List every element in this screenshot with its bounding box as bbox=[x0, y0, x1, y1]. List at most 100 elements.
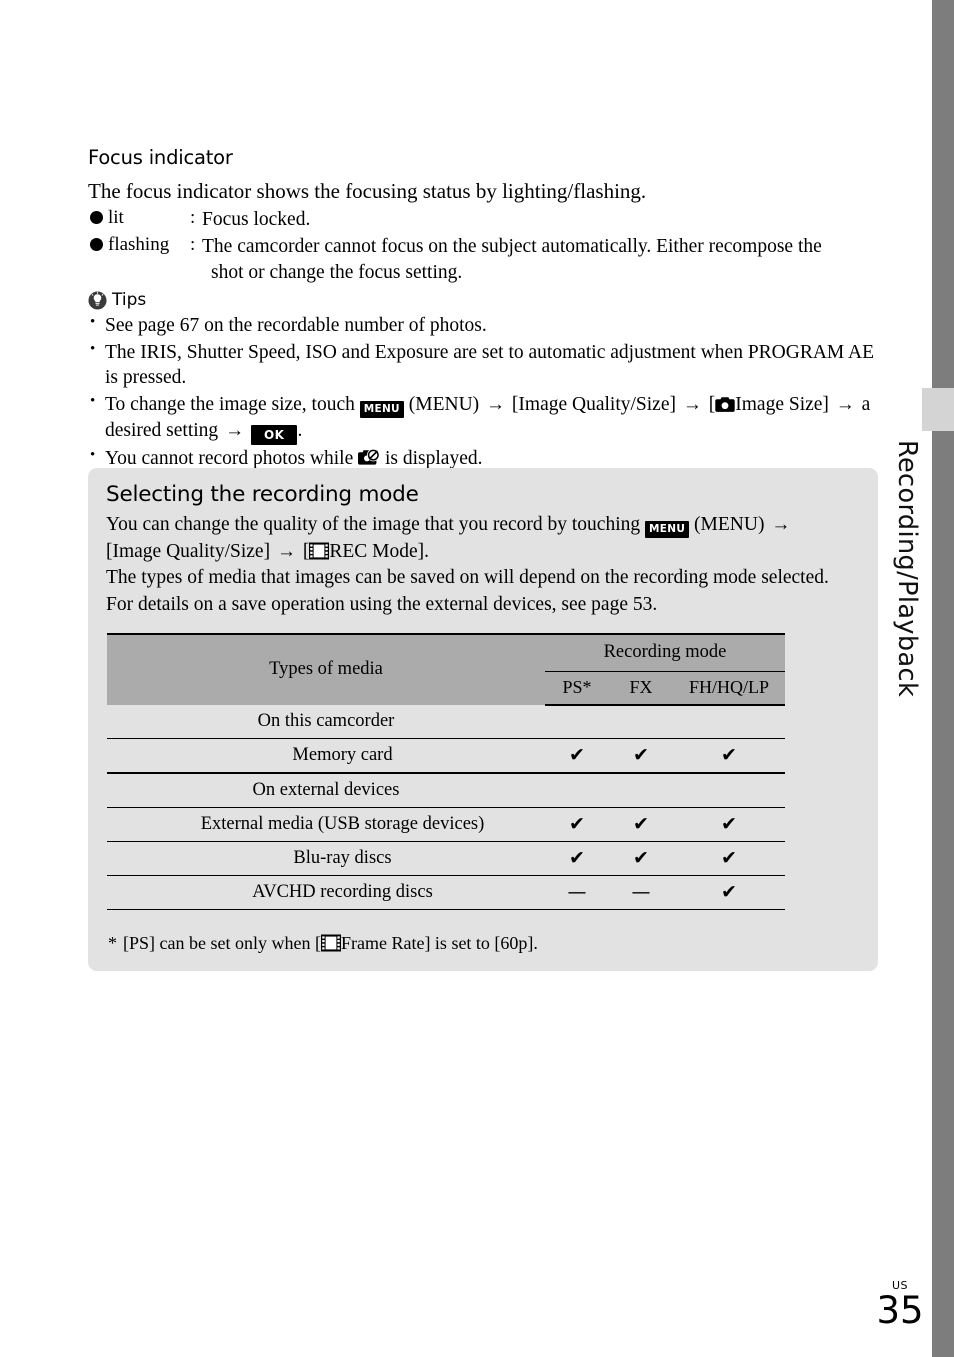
panel-line-2: [Image Quality/Size] → [REC Mode]. bbox=[106, 539, 860, 566]
cell-fx: ✔ bbox=[633, 847, 649, 870]
filled-circle-icon bbox=[90, 238, 103, 252]
tip-text: The IRIS, Shutter Speed, ISO and Exposur… bbox=[105, 341, 875, 389]
panel-body: You can change the quality of the image … bbox=[106, 512, 860, 619]
tips-section: Tips See page 67 on the recordable numbe… bbox=[88, 290, 878, 473]
arrow-right-icon: → bbox=[682, 394, 702, 416]
arrow-right-icon: → bbox=[225, 419, 245, 441]
tip-item-program-ae: The IRIS, Shutter Speed, ISO and Exposur… bbox=[88, 340, 878, 391]
table-row: On external devices bbox=[107, 773, 785, 808]
footnote-text-part1: [PS] can be set only when [ bbox=[123, 932, 321, 953]
row-label-blu-ray-discs: Blu-ray discs bbox=[293, 847, 392, 868]
cell-fh-hq-lp: ✔ bbox=[721, 881, 737, 904]
tip-text: See page 67 on the recordable number of … bbox=[105, 315, 487, 336]
cell-fh-hq-lp: ✔ bbox=[721, 847, 737, 870]
page-number: 35 bbox=[876, 1289, 924, 1332]
section-tab-label-text: Recording/Playback bbox=[892, 440, 922, 698]
focus-def-flashing: The camcorder cannot focus on the subjec… bbox=[202, 234, 880, 285]
tip-text-part2: (MENU) bbox=[408, 394, 480, 416]
panel-text-c: [Image Quality/Size] bbox=[106, 540, 271, 562]
cell-ps: ✔ bbox=[545, 737, 609, 773]
panel-line-4: For details on a save operation using th… bbox=[106, 594, 658, 616]
arrow-right-icon: → bbox=[771, 514, 791, 535]
photo-camera-icon bbox=[715, 397, 735, 413]
tip-text-part2: is displayed. bbox=[385, 447, 483, 469]
column-header-types-of-media: Types of media bbox=[107, 632, 545, 705]
focus-term-lit: lit bbox=[90, 207, 190, 229]
column-header-fx: FX bbox=[609, 671, 673, 706]
column-header-fh-hq-lp: FH/HQ/LP bbox=[673, 671, 785, 706]
menu-button-icon[interactable]: MENU bbox=[359, 401, 404, 418]
tips-heading: Tips bbox=[88, 290, 878, 310]
cell-ps: ✔ bbox=[545, 806, 609, 842]
table-row: External media (USB storage devices) ✔ ✔… bbox=[107, 806, 785, 842]
table-footnote: * [PS] can be set only when [Frame Rate] … bbox=[108, 932, 860, 955]
focus-term-flashing: flashing bbox=[90, 234, 190, 256]
arrow-right-icon: → bbox=[486, 394, 506, 416]
lightbulb-icon bbox=[88, 290, 107, 310]
tip-text-part5: Image Size] bbox=[735, 394, 829, 416]
menu-button-icon[interactable]: MENU bbox=[645, 521, 690, 538]
row-label-on-external-devices: On external devices bbox=[252, 779, 400, 800]
focus-def-lit: Focus locked. bbox=[202, 207, 880, 232]
focus-def-flashing-text-cont: shot or change the focus setting. bbox=[211, 261, 463, 283]
panel-text-a: You can change the quality of the image … bbox=[106, 514, 641, 535]
film-strip-icon bbox=[309, 542, 330, 560]
focus-row-lit: lit : Focus locked. bbox=[90, 207, 880, 232]
cell-fh-hq-lp bbox=[673, 705, 785, 739]
tips-heading-label: Tips bbox=[112, 290, 147, 310]
recording-mode-panel: Selecting the recording mode You can cha… bbox=[88, 468, 878, 972]
tip-text-part1: To change the image size, touch bbox=[105, 394, 355, 416]
filled-circle-icon bbox=[90, 211, 103, 224]
focus-indicator-list: lit : Focus locked. flashing : The camco… bbox=[90, 207, 880, 287]
column-group-header-recording-mode: Recording mode bbox=[545, 632, 785, 672]
cell-ps bbox=[545, 705, 609, 739]
tip-text-part1: You cannot record photos while bbox=[105, 447, 354, 469]
panel-line-1: You can change the quality of the image … bbox=[106, 512, 860, 539]
row-label-avchd-discs: AVCHD recording discs bbox=[252, 881, 433, 902]
column-header-ps: PS* bbox=[545, 671, 609, 706]
panel-line-3: The types of media that images can be sa… bbox=[106, 567, 829, 589]
table-row: On this camcorder bbox=[107, 705, 785, 739]
focus-intro-text: The focus indicator shows the focusing s… bbox=[88, 179, 647, 203]
panel-text-b: (MENU) bbox=[694, 514, 765, 535]
tip-text-part3: [Image Quality/Size] bbox=[511, 394, 676, 416]
cell-ps: — bbox=[567, 881, 587, 904]
tips-list: See page 67 on the recordable number of … bbox=[88, 313, 878, 472]
cell-fx: ✔ bbox=[609, 737, 673, 773]
cell-fx: — bbox=[631, 881, 651, 904]
media-recording-mode-table: Types of media Recording mode PS* FX FH/… bbox=[107, 632, 785, 910]
table-head: Types of media Recording mode PS* FX FH/… bbox=[107, 632, 785, 706]
tip-item-recordable-photos: See page 67 on the recordable number of … bbox=[88, 313, 878, 339]
table-row: Memory card ✔ ✔ ✔ bbox=[107, 737, 785, 773]
page-title: Focus indicator bbox=[88, 146, 233, 169]
table-row: AVCHD recording discs — — ✔ bbox=[107, 875, 785, 910]
no-photo-recording-icon bbox=[358, 448, 380, 465]
ok-button-icon[interactable]: OK bbox=[250, 424, 298, 445]
cell-fh-hq-lp: ✔ bbox=[673, 806, 785, 842]
film-strip-icon bbox=[320, 934, 341, 952]
arrow-right-icon: → bbox=[835, 394, 855, 416]
panel-text-e: REC Mode]. bbox=[329, 540, 429, 562]
cell-fh-hq-lp bbox=[673, 773, 785, 808]
focus-def-flashing-text: The camcorder cannot focus on the subjec… bbox=[202, 236, 822, 258]
footnote-marker: * bbox=[108, 932, 117, 953]
table-body: On this camcorder Memory card ✔ ✔ ✔ On e… bbox=[107, 705, 785, 910]
tip-text-part7: . bbox=[297, 419, 303, 441]
focus-term-lit-label: lit bbox=[108, 207, 124, 228]
cell-ps bbox=[545, 773, 609, 808]
section-tab-bar bbox=[932, 0, 954, 1357]
cell-fh-hq-lp: ✔ bbox=[673, 737, 785, 773]
focus-colon: : bbox=[190, 234, 196, 256]
cell-fx: ✔ bbox=[609, 806, 673, 842]
table-row: Blu-ray discs ✔ ✔ ✔ bbox=[107, 841, 785, 876]
focus-colon: : bbox=[190, 207, 196, 228]
focus-def-lit-text: Focus locked. bbox=[202, 209, 311, 230]
section-tab-marker bbox=[922, 388, 954, 431]
cell-fx bbox=[609, 705, 673, 739]
cell-ps: ✔ bbox=[569, 847, 585, 870]
section-tab-label: Recording/Playback bbox=[884, 440, 930, 900]
tip-item-image-size: To change the image size, touch MENU (ME… bbox=[88, 392, 878, 445]
panel-heading: Selecting the recording mode bbox=[106, 482, 419, 507]
cell-fx bbox=[609, 773, 673, 808]
table-header-row-top: Types of media Recording mode bbox=[107, 632, 785, 705]
